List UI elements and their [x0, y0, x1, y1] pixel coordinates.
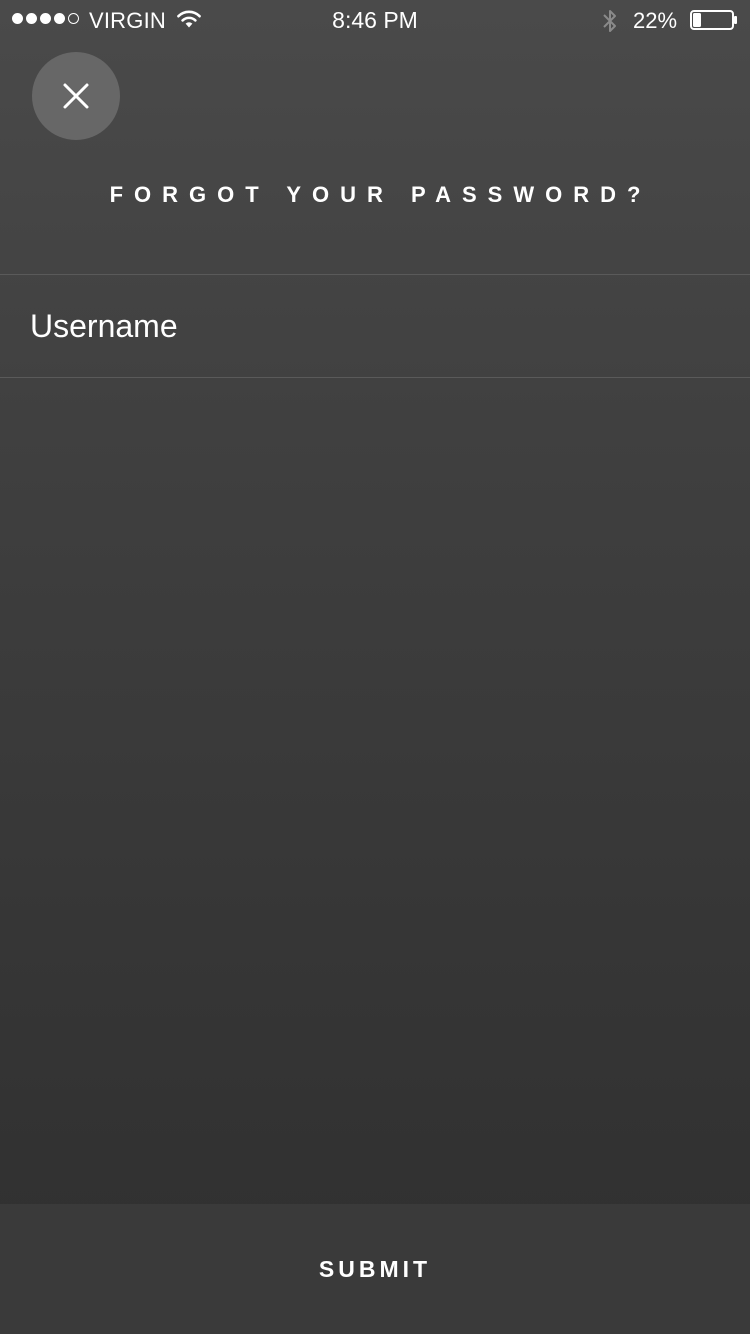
username-field-row: [0, 274, 750, 378]
page-title: FORGOT YOUR PASSWORD?: [109, 182, 652, 207]
bluetooth-icon: [603, 10, 616, 32]
username-field[interactable]: [30, 275, 720, 377]
battery-icon: [690, 10, 737, 30]
submit-button[interactable]: SUBMIT: [0, 1204, 750, 1334]
close-icon: [63, 83, 89, 109]
forgot-password-screen: VIRGIN 8:46 PM 22% FORGOT YOUR PASSWORD?…: [0, 0, 750, 1334]
close-button[interactable]: [32, 52, 120, 140]
battery-fill: [693, 13, 701, 27]
battery-percentage: 22%: [633, 8, 678, 33]
status-bar: VIRGIN 8:46 PM 22%: [0, 0, 750, 40]
